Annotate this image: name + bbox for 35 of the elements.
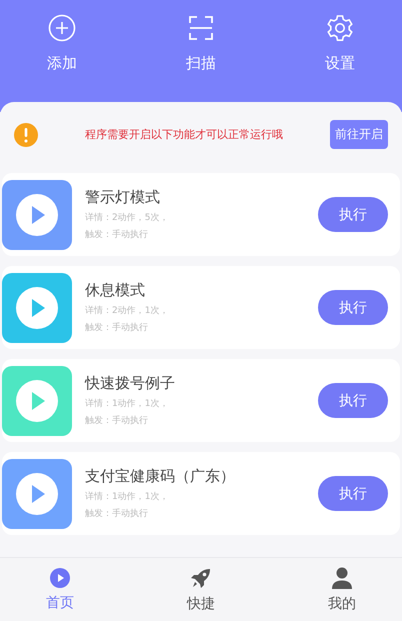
task-name: 警示灯模式 bbox=[85, 188, 161, 207]
run-button[interactable]: 执行 bbox=[318, 197, 388, 232]
task-name: 休息模式 bbox=[85, 281, 146, 300]
settings-icon bbox=[326, 14, 354, 42]
run-button[interactable]: 执行 bbox=[318, 476, 388, 511]
task-card[interactable]: 支付宝健康码（广东） 详情：1动作，1次， 触发：手动执行 执行 bbox=[2, 452, 400, 535]
task-trigger: 触发：手动执行 bbox=[85, 414, 149, 427]
run-button[interactable]: 执行 bbox=[318, 383, 388, 418]
warning-icon bbox=[14, 122, 38, 146]
settings-button[interactable]: 设置 bbox=[308, 14, 372, 78]
task-name: 支付宝健康码（广东） bbox=[85, 467, 236, 486]
tab[interactable]: 首页 bbox=[20, 558, 100, 621]
play-icon bbox=[50, 568, 70, 588]
rocket-icon bbox=[190, 566, 212, 588]
add-button[interactable]: 添加 bbox=[30, 14, 94, 78]
run-button[interactable]: 执行 bbox=[318, 290, 388, 325]
tab[interactable]: 我的 bbox=[302, 558, 382, 621]
task-detail: 详情：1动作，1次， bbox=[85, 490, 170, 503]
enable-button[interactable]: 前往开启 bbox=[330, 120, 388, 149]
add-icon bbox=[48, 14, 76, 42]
task-trigger: 触发：手动执行 bbox=[85, 322, 149, 334]
task-detail: 详情：1动作，1次， bbox=[85, 398, 170, 410]
scan-button[interactable]: 扫描 bbox=[169, 14, 233, 78]
task-card[interactable]: 警示灯模式 详情：2动作，5次， 触发：手动执行 执行 bbox=[2, 173, 400, 256]
tab[interactable]: 快捷 bbox=[161, 558, 241, 621]
notice-text: 程序需要开启以下功能才可以正常运行哦 bbox=[84, 127, 284, 142]
task-detail: 详情：2动作，1次， bbox=[85, 304, 170, 317]
task-card[interactable]: 快速拨号例子 详情：1动作，1次， 触发：手动执行 执行 bbox=[2, 359, 400, 442]
scan-icon bbox=[188, 14, 214, 42]
task-detail: 详情：2动作，5次， bbox=[85, 212, 170, 224]
task-name: 快速拨号例子 bbox=[85, 374, 176, 393]
task-trigger: 触发：手动执行 bbox=[85, 228, 149, 241]
person-icon bbox=[332, 566, 352, 588]
task-trigger: 触发：手动执行 bbox=[85, 508, 149, 520]
task-card[interactable]: 休息模式 详情：2动作，1次， 触发：手动执行 执行 bbox=[2, 266, 400, 349]
